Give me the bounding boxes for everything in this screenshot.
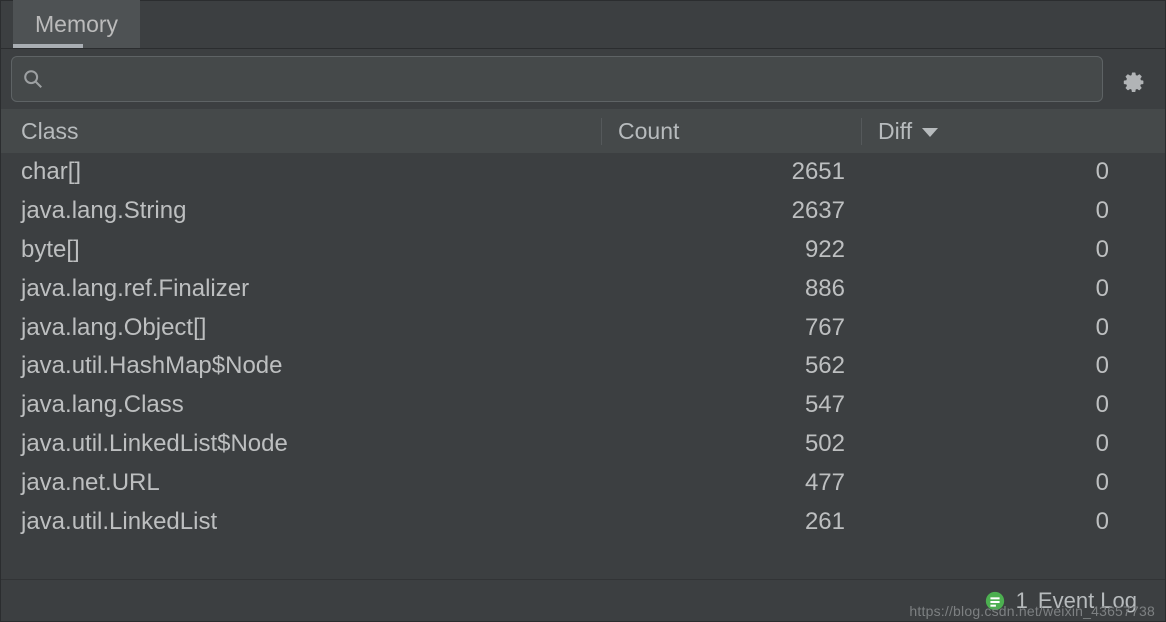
cell-count: 562 <box>601 352 861 380</box>
search-box[interactable] <box>11 56 1103 102</box>
cell-diff: 0 <box>861 391 1125 419</box>
cell-count: 886 <box>601 275 861 303</box>
search-icon <box>22 68 44 90</box>
table-row[interactable]: java.util.HashMap$Node5620 <box>1 347 1165 386</box>
header-class-label: Class <box>21 118 79 144</box>
gear-icon <box>1120 66 1146 92</box>
cell-diff: 0 <box>861 158 1125 186</box>
table-row[interactable]: java.net.URL4770 <box>1 463 1165 502</box>
cell-diff: 0 <box>861 197 1125 225</box>
cell-count: 2637 <box>601 197 861 225</box>
cell-class: java.lang.ref.Finalizer <box>1 275 601 303</box>
cell-count: 2651 <box>601 158 861 186</box>
table-row[interactable]: java.util.LinkedList$Node5020 <box>1 425 1165 464</box>
tab-strip: Memory <box>1 1 1165 49</box>
table-row[interactable]: java.lang.Class5470 <box>1 386 1165 425</box>
status-bar: 1 Event Log https://blog.csdn.net/weixin… <box>1 579 1165 621</box>
cell-count: 261 <box>601 508 861 536</box>
cell-count: 502 <box>601 430 861 458</box>
cell-class: java.util.LinkedList <box>1 508 601 536</box>
cell-diff: 0 <box>861 469 1125 497</box>
table-header: Class Count Diff <box>1 109 1165 153</box>
memory-panel: Memory Class <box>0 0 1166 622</box>
table-row[interactable]: java.util.LinkedList2610 <box>1 502 1165 541</box>
cell-class: java.lang.Object[] <box>1 314 601 342</box>
table-row[interactable]: char[]26510 <box>1 153 1165 192</box>
cell-count: 477 <box>601 469 861 497</box>
cell-class: java.lang.Class <box>1 391 601 419</box>
search-row <box>1 49 1165 109</box>
cell-diff: 0 <box>861 275 1125 303</box>
sort-desc-icon <box>922 128 938 137</box>
cell-diff: 0 <box>861 430 1125 458</box>
header-diff-label: Diff <box>878 118 912 145</box>
cell-class: java.util.LinkedList$Node <box>1 430 601 458</box>
table-row[interactable]: java.lang.String26370 <box>1 192 1165 231</box>
cell-class: char[] <box>1 158 601 186</box>
event-log-link[interactable]: Event Log <box>1038 588 1137 614</box>
search-input[interactable] <box>52 66 1092 92</box>
event-log-icon <box>984 590 1006 612</box>
table-row[interactable]: byte[]9220 <box>1 231 1165 270</box>
event-count: 1 <box>1016 588 1028 614</box>
cell-class: java.lang.String <box>1 197 601 225</box>
cell-class: byte[] <box>1 236 601 264</box>
cell-diff: 0 <box>861 352 1125 380</box>
tab-memory[interactable]: Memory <box>13 0 140 48</box>
header-diff[interactable]: Diff <box>861 118 1125 145</box>
table-body: char[]26510java.lang.String26370byte[]92… <box>1 153 1165 579</box>
cell-diff: 0 <box>861 314 1125 342</box>
table-row[interactable]: java.lang.Object[]7670 <box>1 308 1165 347</box>
tab-label: Memory <box>35 11 118 38</box>
header-class[interactable]: Class <box>1 118 601 145</box>
table-row[interactable]: java.lang.ref.Finalizer8860 <box>1 269 1165 308</box>
cell-count: 922 <box>601 236 861 264</box>
cell-class: java.util.HashMap$Node <box>1 352 601 380</box>
settings-button[interactable] <box>1111 57 1155 101</box>
cell-diff: 0 <box>861 508 1125 536</box>
cell-count: 767 <box>601 314 861 342</box>
cell-count: 547 <box>601 391 861 419</box>
header-count-label: Count <box>618 118 679 144</box>
header-count[interactable]: Count <box>601 118 861 145</box>
cell-class: java.net.URL <box>1 469 601 497</box>
cell-diff: 0 <box>861 236 1125 264</box>
class-table: Class Count Diff char[]26510java.lang.St… <box>1 109 1165 579</box>
